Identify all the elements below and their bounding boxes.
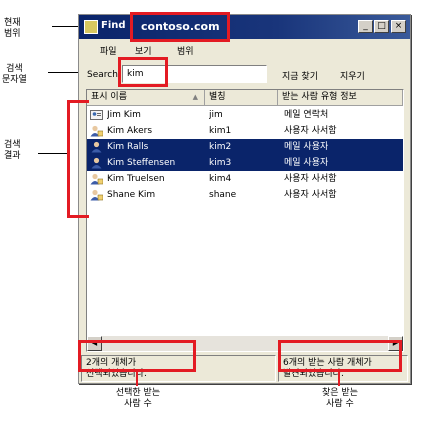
recipient-alias: kim3 bbox=[209, 158, 232, 168]
clear-button[interactable]: 지우기 bbox=[340, 69, 365, 82]
callout-scope-label: 현재 범위 bbox=[4, 18, 21, 39]
callout-results-line bbox=[38, 153, 68, 154]
results-list[interactable]: 표시 이름 ▲ 별칭 받는 사람 유형 정보 Jim Kim jim 메일 연락처 K… bbox=[86, 89, 404, 352]
maximize-button[interactable]: □ bbox=[374, 20, 389, 33]
table-row[interactable]: Kim Ralls kim2 메일 사용자 bbox=[87, 139, 403, 155]
recipient-type: 메일 연락처 bbox=[284, 110, 329, 120]
mail-user-icon bbox=[90, 157, 103, 169]
table-row[interactable]: Shane Kim shane 사용자 사서함 bbox=[87, 187, 403, 203]
recipient-type: 사용자 사서함 bbox=[284, 174, 337, 184]
menu-view[interactable]: 보기 bbox=[135, 44, 152, 57]
minimize-button[interactable]: _ bbox=[358, 20, 373, 33]
mailbox-user-icon bbox=[90, 125, 104, 137]
mailbox-user-icon bbox=[90, 189, 104, 201]
recipient-alias: kim4 bbox=[209, 174, 232, 184]
callout-selected-count-line bbox=[136, 372, 138, 386]
recipient-alias: kim1 bbox=[209, 126, 232, 136]
recipient-display-name: Kim Steffensen bbox=[107, 158, 176, 168]
callout-selected-count-label: 선택한 받는 사람 수 bbox=[115, 388, 161, 409]
close-button[interactable]: × bbox=[391, 20, 406, 33]
contact-icon bbox=[90, 109, 103, 121]
column-header-recipient-type[interactable]: 받는 사람 유형 정보 bbox=[278, 90, 403, 106]
callout-search-string-label: 검색 문자열 bbox=[2, 64, 27, 85]
recipient-display-name: Kim Akers bbox=[107, 126, 153, 136]
find-now-button[interactable]: 지금 찾기 bbox=[282, 69, 318, 82]
recipient-display-name: Kim Truelsen bbox=[107, 174, 165, 184]
window-title: Find bbox=[101, 20, 126, 31]
highlight-results-bracket bbox=[67, 100, 89, 218]
address-book-icon bbox=[84, 20, 98, 34]
highlight-search-string bbox=[118, 57, 168, 87]
search-label: Search: bbox=[87, 70, 121, 80]
menu-scope[interactable]: 범위 bbox=[177, 44, 194, 57]
mail-user-icon bbox=[90, 141, 103, 153]
highlight-scope bbox=[130, 12, 230, 42]
callout-found-count-line bbox=[338, 372, 340, 386]
recipient-display-name: Shane Kim bbox=[107, 190, 156, 200]
column-header-alias[interactable]: 별칭 bbox=[205, 90, 278, 106]
recipient-type: 사용자 사서함 bbox=[284, 190, 337, 200]
mailbox-user-icon bbox=[90, 173, 104, 185]
recipient-type: 메일 사용자 bbox=[284, 142, 329, 152]
table-row[interactable]: Kim Steffensen kim3 메일 사용자 bbox=[87, 155, 403, 171]
column-header-display-name[interactable]: 표시 이름 ▲ bbox=[87, 90, 205, 106]
title-bar[interactable]: Find contoso.com _ □ × bbox=[79, 15, 410, 39]
recipient-alias: shane bbox=[209, 190, 237, 200]
sort-ascending-icon: ▲ bbox=[192, 93, 198, 101]
table-row[interactable]: Kim Akers kim1 사용자 사서함 bbox=[87, 123, 403, 139]
table-row[interactable]: Jim Kim jim 메일 연락처 bbox=[87, 107, 403, 123]
recipient-type: 메일 사용자 bbox=[284, 158, 329, 168]
recipient-display-name: Jim Kim bbox=[107, 110, 141, 120]
callout-found-count-label: 찾은 받는 사람 수 bbox=[322, 388, 358, 409]
recipient-type: 사용자 사서함 bbox=[284, 126, 337, 136]
highlight-found-count bbox=[278, 340, 402, 372]
table-row[interactable]: Kim Truelsen kim4 사용자 사서함 bbox=[87, 171, 403, 187]
menu-file[interactable]: 파일 bbox=[100, 44, 117, 57]
recipient-alias: kim2 bbox=[209, 142, 232, 152]
recipient-display-name: Kim Ralls bbox=[107, 142, 149, 152]
highlight-selected-count bbox=[78, 340, 196, 372]
recipient-alias: jim bbox=[209, 110, 223, 120]
callout-results-label: 검색 결과 bbox=[4, 140, 21, 161]
